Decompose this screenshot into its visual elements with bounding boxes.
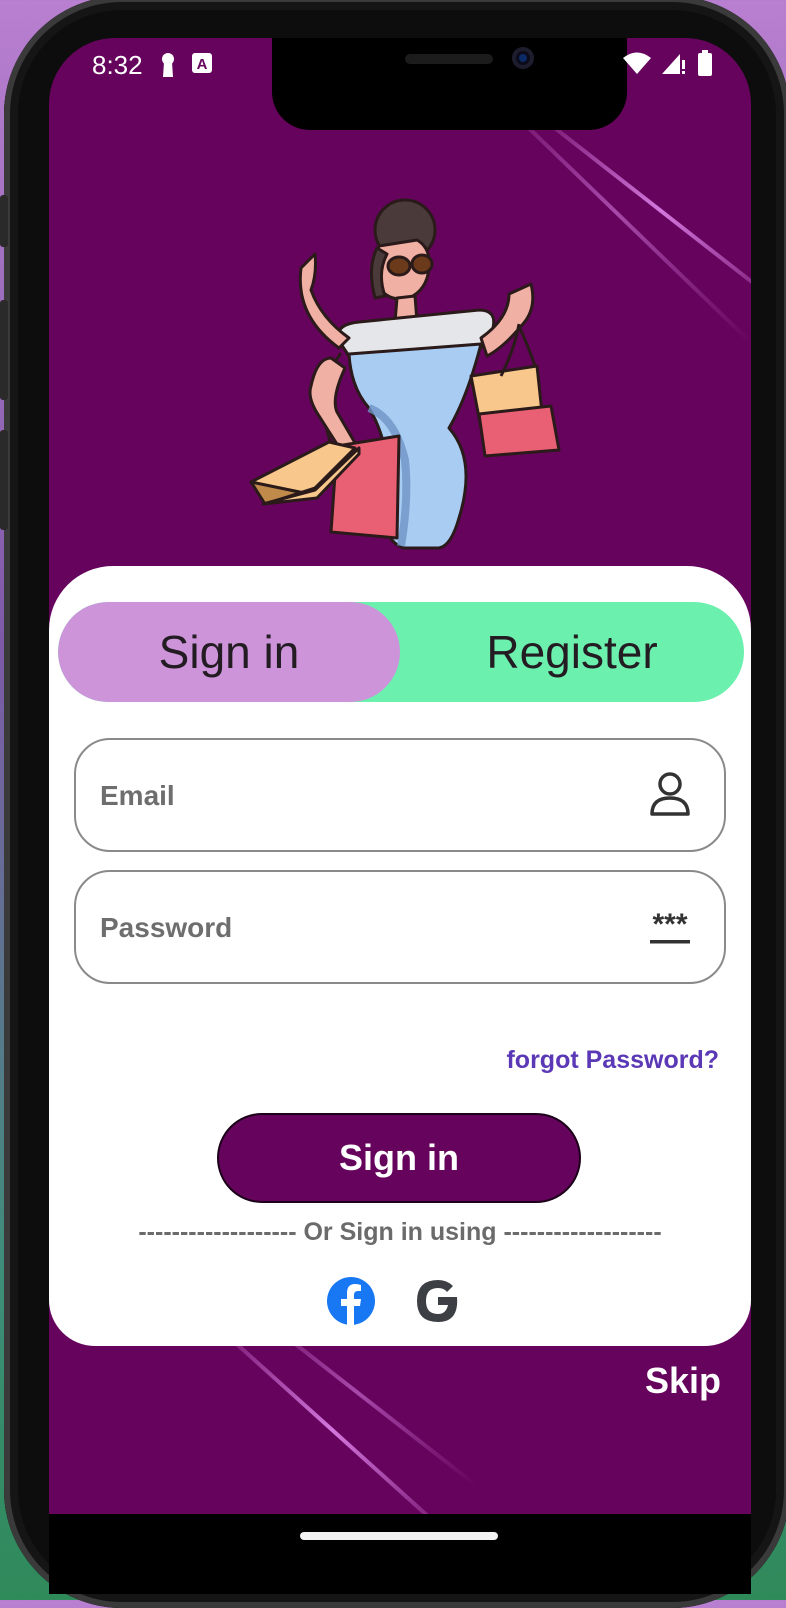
signin-button[interactable]: Sign in: [217, 1113, 581, 1203]
volume-down-button: [0, 430, 8, 530]
camera-notch: [272, 38, 627, 130]
password-input[interactable]: [98, 872, 642, 984]
status-time: 8:32: [92, 50, 143, 80]
person-icon: [650, 772, 690, 816]
side-button: [0, 195, 8, 247]
google-icon[interactable]: [413, 1276, 463, 1326]
cellular-signal-icon: [662, 54, 685, 74]
forgot-password-link[interactable]: forgot Password?: [506, 1046, 719, 1075]
signin-tab[interactable]: Sign in: [58, 602, 400, 702]
auth-mode-toggle[interactable]: Register Sign in: [58, 602, 744, 702]
skip-button[interactable]: Skip: [645, 1360, 721, 1402]
home-indicator[interactable]: [300, 1532, 498, 1540]
accessibility-a-icon: A: [192, 53, 212, 73]
facebook-icon[interactable]: [326, 1276, 376, 1326]
svg-text:A: A: [197, 56, 208, 73]
shopping-woman-illustration: [249, 198, 561, 550]
auth-card: Register Sign in *** forgot Password? Si…: [49, 566, 751, 1346]
email-field[interactable]: [74, 738, 726, 852]
password-icon: ***: [650, 908, 690, 944]
earpiece-speaker: [405, 54, 493, 64]
keyhole-icon: [162, 53, 174, 77]
front-camera: [512, 47, 534, 69]
wifi-icon: [623, 52, 651, 74]
social-divider: ------------------- Or Sign in using ---…: [138, 1218, 662, 1246]
app-screen: 8:32 A Register Sign in Email *** forgot…: [49, 38, 751, 1514]
battery-icon: [698, 50, 712, 76]
svg-text:***: ***: [652, 908, 687, 941]
register-tab[interactable]: Register: [400, 602, 744, 702]
password-field[interactable]: ***: [74, 870, 726, 984]
navigation-bar: [49, 1514, 751, 1594]
volume-up-button: [0, 300, 8, 400]
email-input[interactable]: [98, 740, 642, 852]
